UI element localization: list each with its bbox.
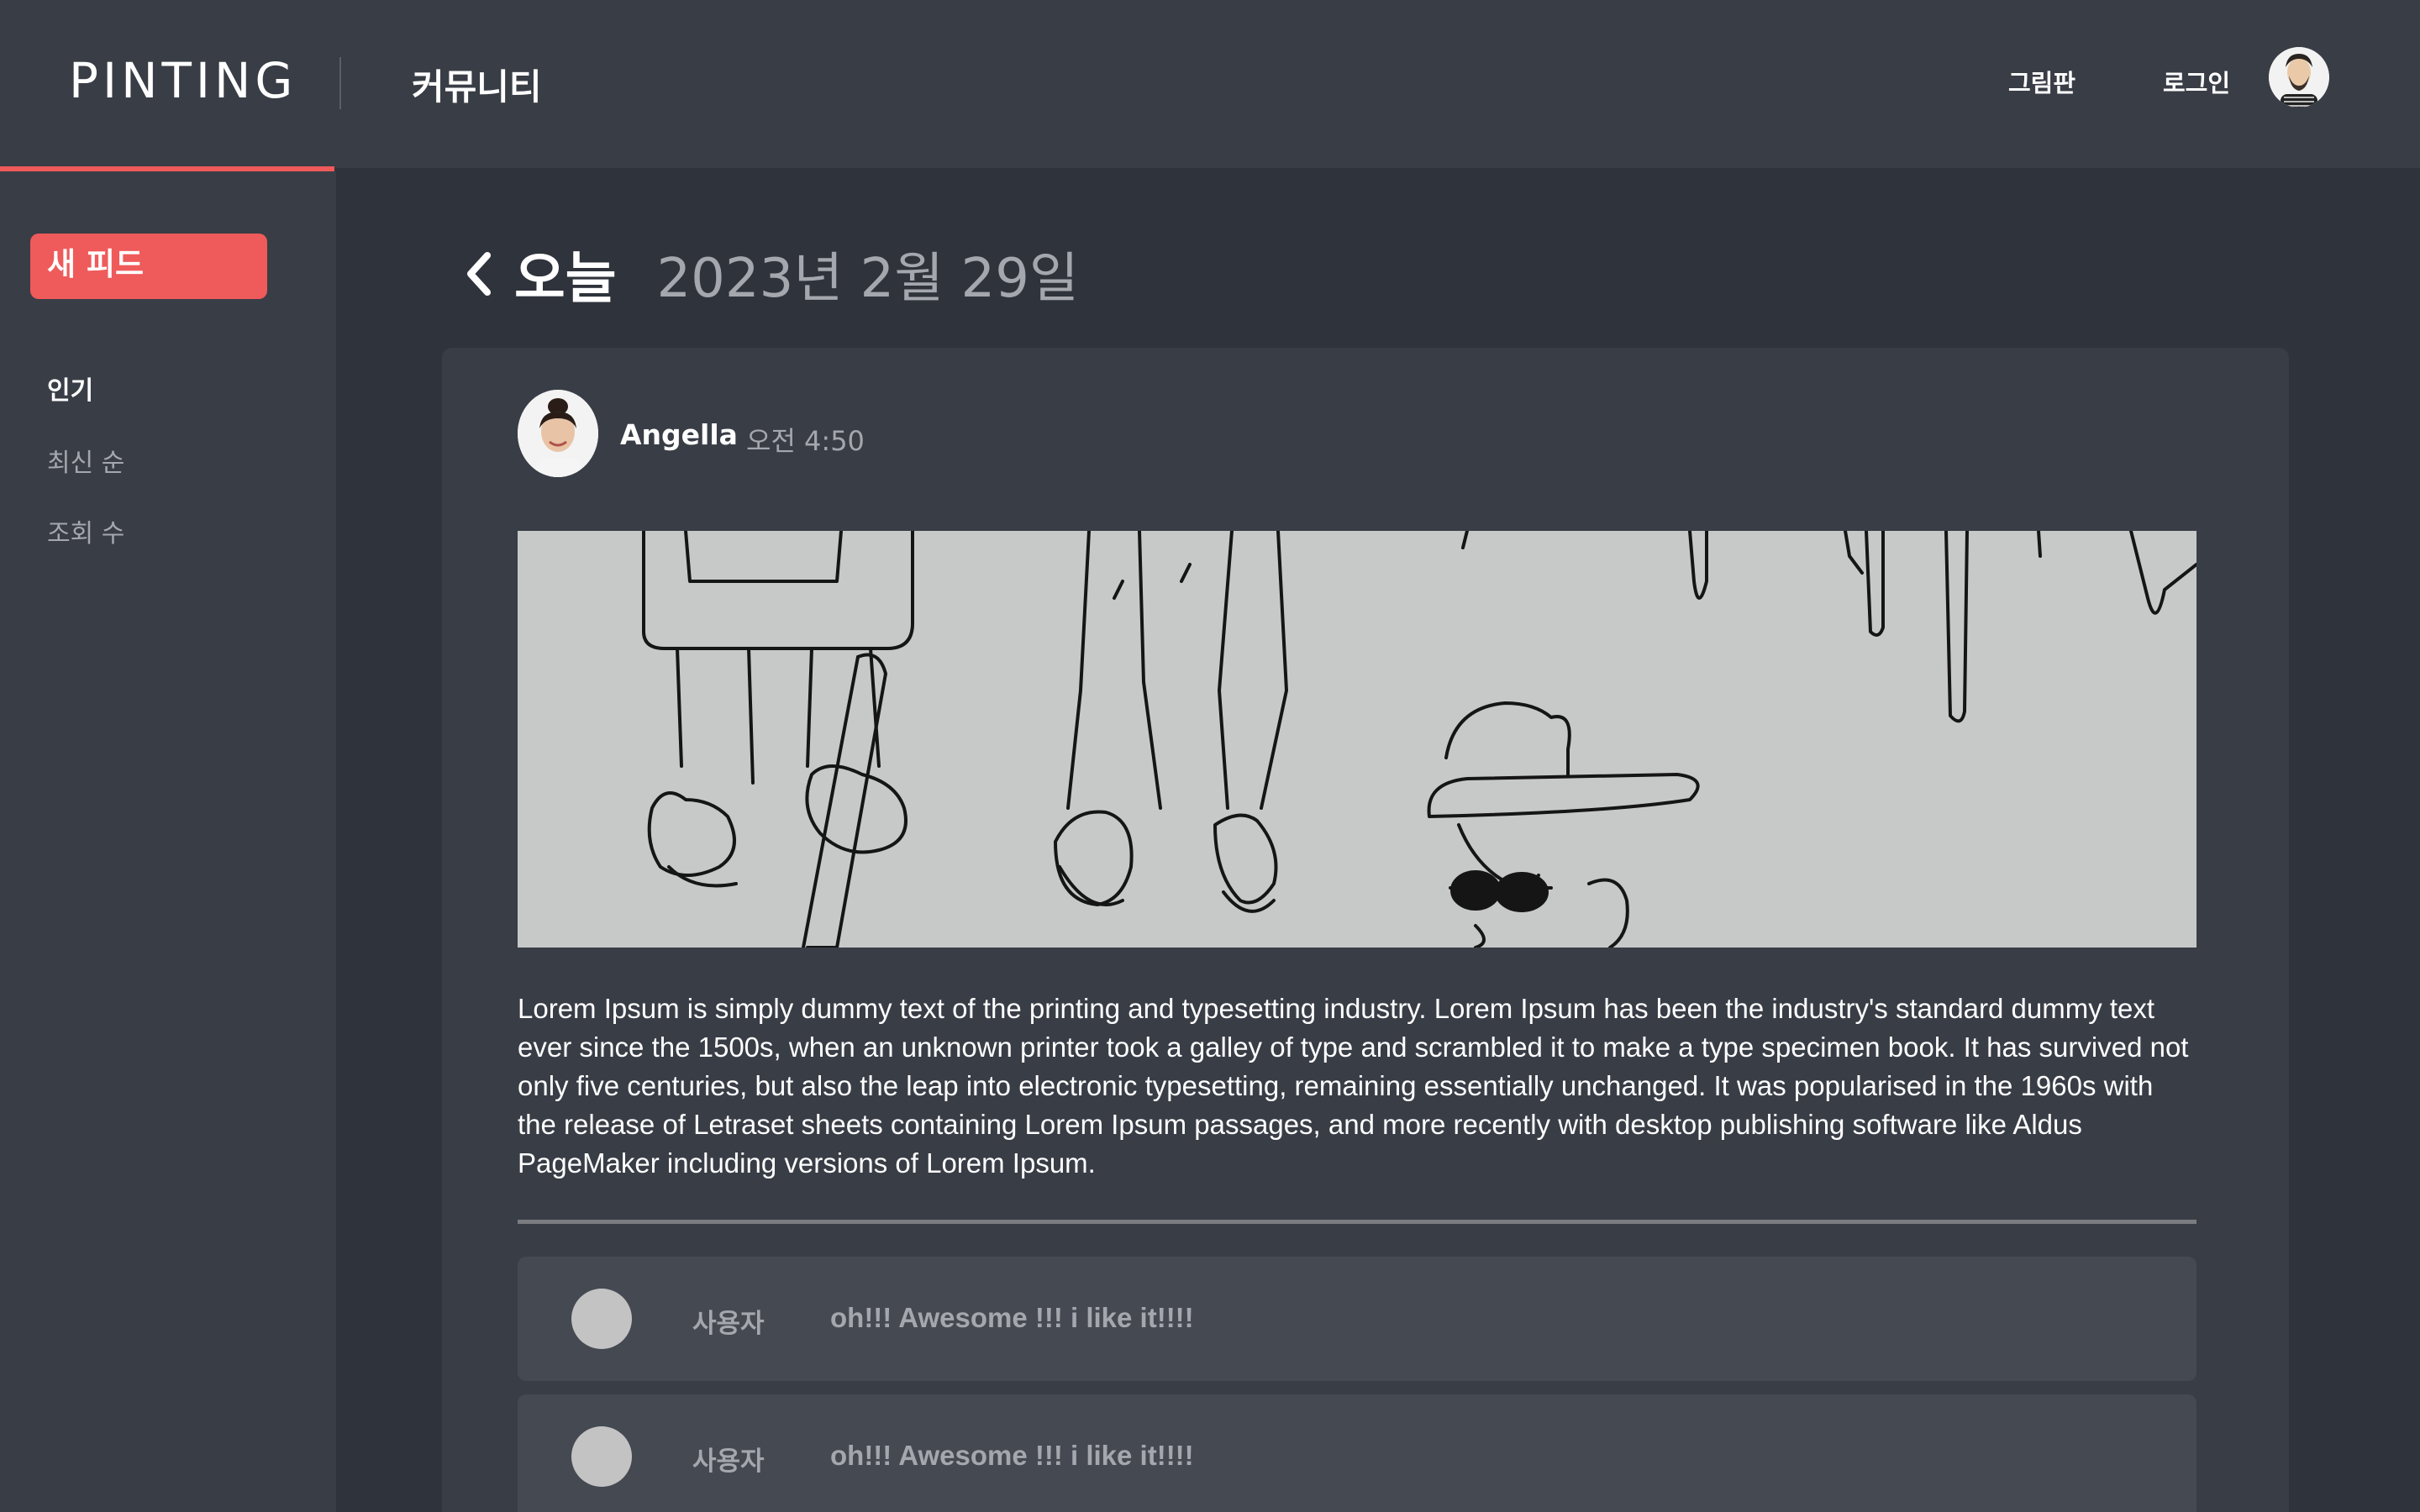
heading-date: 2023년 2월 29일: [656, 248, 1079, 310]
chevron-left-icon[interactable]: [460, 249, 497, 299]
sort-popular[interactable]: 인기: [47, 370, 93, 407]
comment-text: oh!!! Awesome !!! i like it!!!!: [830, 1302, 1194, 1333]
comment-username[interactable]: 사용자: [692, 1440, 765, 1478]
sidebar: 새 피드 인기 최신 순 조회 수: [0, 171, 336, 1512]
author-avatar[interactable]: [518, 390, 598, 477]
top-header: PINTING 커뮤니티 그림판 로그인: [0, 0, 2420, 168]
post-divider: [518, 1220, 2196, 1224]
page-section-title[interactable]: 커뮤니티: [412, 59, 542, 110]
comment-username[interactable]: 사용자: [692, 1302, 765, 1340]
page-heading: 오늘 2023년 2월 29일: [460, 240, 1079, 311]
feed-post-card: Angella 오전 4:50 Lorem Ipsum is simply du…: [442, 348, 2289, 1512]
comment-text: oh!!! Awesome !!! i like it!!!!: [830, 1440, 1194, 1471]
heading-today: 오늘: [514, 246, 617, 311]
comment-item: 사용자 oh!!! Awesome !!! i like it!!!!: [518, 1394, 2196, 1512]
user-avatar-icon[interactable]: [2269, 47, 2329, 108]
author-name[interactable]: Angella: [620, 418, 738, 451]
nav-gallery-link[interactable]: 그림판: [2008, 64, 2075, 99]
comment-avatar[interactable]: [571, 1426, 632, 1487]
post-image: [518, 531, 2196, 948]
nav-login-link[interactable]: 로그인: [2163, 64, 2230, 99]
sort-views[interactable]: 조회 수: [47, 512, 124, 549]
post-timestamp: 오전 4:50: [746, 425, 865, 457]
post-body-text: Lorem Ipsum is simply dummy text of the …: [518, 993, 2189, 1179]
new-feed-button[interactable]: 새 피드: [30, 234, 267, 299]
comment-avatar[interactable]: [571, 1289, 632, 1349]
comment-item: 사용자 oh!!! Awesome !!! i like it!!!!: [518, 1257, 2196, 1381]
header-divider: [339, 57, 341, 109]
app-logo[interactable]: PINTING: [69, 52, 297, 109]
sort-latest[interactable]: 최신 순: [47, 442, 124, 479]
